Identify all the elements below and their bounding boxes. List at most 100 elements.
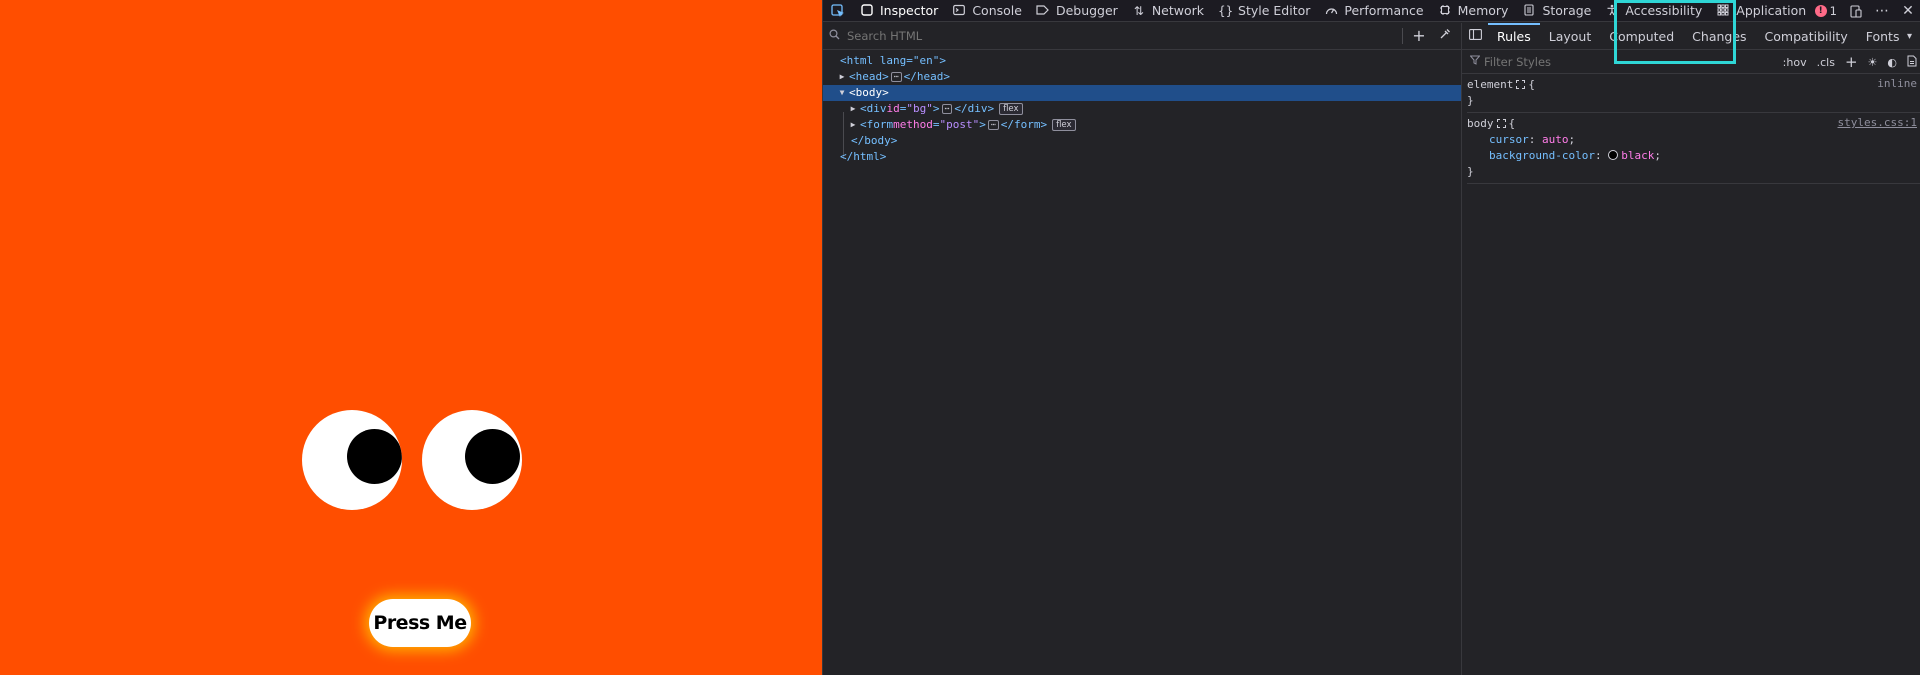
flex-badge[interactable]: flex (1052, 119, 1076, 131)
tab-fonts[interactable]: Fonts (1857, 23, 1909, 50)
error-count: 1 (1829, 4, 1837, 18)
element-picker-icon[interactable] (823, 0, 853, 22)
form-close-tag: </form> (1000, 118, 1048, 131)
head-tag: <head> (849, 70, 889, 83)
tree-node-body[interactable]: ▼ <body> (823, 85, 1461, 101)
inspector-icon (860, 3, 874, 18)
declaration-background-color[interactable]: background-color: black; (1467, 148, 1920, 164)
highlight-elements-icon[interactable] (1496, 119, 1506, 128)
filter-styles-bar: :hov .cls + ☀ ◐ (1462, 50, 1920, 74)
right-eye (422, 410, 522, 510)
toolbar-right: ! 1 ⋯ ✕ (1809, 0, 1920, 22)
search-html-input[interactable] (847, 29, 1267, 43)
more-tabs-chevron-icon[interactable]: ▾ (1907, 23, 1920, 50)
tree-node-body-close: </body> (823, 133, 1461, 149)
property-name[interactable]: background-color (1489, 149, 1595, 162)
more-options-icon[interactable]: ⋯ (1869, 0, 1895, 22)
highlight-elements-icon[interactable] (1516, 80, 1526, 89)
add-rule-icon[interactable]: + (1845, 53, 1858, 71)
filter-styles-input[interactable] (1484, 54, 1684, 69)
div-close-tag: </div> (954, 102, 995, 115)
collapsed-ellipsis[interactable]: ⋯ (941, 104, 953, 114)
devtools-toolbar: Inspector Console Debugger ⇅ Network {} St… (823, 0, 1920, 22)
tree-node-div[interactable]: ▶ <div id = "bg" > ⋯ </div> flex (823, 101, 1461, 117)
close-icon[interactable]: ✕ (1895, 0, 1920, 22)
hover-pseudo-toggle[interactable]: :hov (1783, 56, 1807, 69)
light-scheme-icon[interactable]: ☀ (1868, 56, 1878, 69)
tab-compatibility[interactable]: Compatibility (1756, 23, 1857, 50)
declaration-cursor[interactable]: cursor: auto; (1467, 132, 1920, 148)
toggle-sidebar-icon[interactable] (1462, 29, 1488, 43)
form-tag: <form (860, 118, 894, 131)
tree-node-html-close: </html> (823, 149, 1461, 165)
div-tag: <div (860, 102, 887, 115)
tab-network[interactable]: ⇅ Network (1125, 0, 1211, 22)
html-search-bar: + (823, 23, 1461, 50)
filter-icon (1469, 55, 1484, 68)
right-pupil (465, 429, 520, 484)
rule-element: element{ } inline (1467, 74, 1920, 113)
tree-node-html[interactable]: <html lang="en"> (823, 53, 1461, 69)
tab-application[interactable]: Application (1709, 0, 1813, 22)
tree-node-head[interactable]: ▶ <head> ⋯ </head> (823, 69, 1461, 85)
tab-label: Console (972, 3, 1022, 18)
left-pupil (347, 429, 402, 484)
tab-memory[interactable]: Memory (1431, 0, 1516, 22)
flex-badge[interactable]: flex (999, 103, 1023, 115)
tab-accessibility[interactable]: Accessibility (1598, 0, 1709, 22)
tab-console[interactable]: Console (945, 0, 1029, 22)
tab-performance[interactable]: Performance (1317, 0, 1430, 22)
tab-label: Memory (1457, 3, 1509, 18)
expand-arrow-icon[interactable]: ▶ (837, 69, 847, 85)
rules-list: element{ } inline body{ cursor: auto; ba… (1462, 74, 1920, 184)
tab-style-editor[interactable]: {} Style Editor (1211, 0, 1317, 22)
error-icon: ! (1814, 5, 1827, 17)
dom-tree: <html lang="en"> ▶ <head> ⋯ </head> ▼ <b… (823, 50, 1461, 165)
tab-label: Network (1151, 3, 1205, 18)
rule-selector[interactable]: element (1467, 78, 1513, 91)
property-value[interactable]: auto (1542, 133, 1569, 146)
tab-label: Performance (1344, 3, 1424, 18)
dark-scheme-icon[interactable]: ◐ (1887, 56, 1897, 69)
press-me-button[interactable]: Press Me (369, 599, 471, 647)
html-tag: <html lang="en"> (840, 54, 946, 67)
color-swatch[interactable] (1608, 150, 1619, 160)
tab-inspector[interactable]: Inspector (853, 0, 945, 22)
property-name[interactable]: cursor (1489, 133, 1529, 146)
storage-icon (1522, 3, 1536, 18)
divider (1402, 28, 1403, 44)
filter-tools: :hov .cls + ☀ ◐ (1773, 50, 1917, 74)
attr-name: id (886, 102, 900, 115)
eyedropper-icon[interactable] (1435, 26, 1455, 46)
accessibility-icon (1605, 4, 1619, 18)
collapsed-ellipsis[interactable]: ⋯ (987, 120, 999, 130)
tab-changes[interactable]: Changes (1683, 23, 1755, 50)
error-count-badge[interactable]: ! 1 (1809, 0, 1843, 22)
class-toggle[interactable]: .cls (1817, 56, 1835, 69)
tab-label: Style Editor (1238, 3, 1311, 18)
print-media-icon[interactable] (1907, 55, 1917, 70)
attr-name: method (893, 118, 933, 131)
tab-debugger[interactable]: Debugger (1029, 0, 1125, 22)
memory-icon (1438, 4, 1452, 18)
tab-rules[interactable]: Rules (1488, 22, 1540, 50)
body-close-tag: </body> (851, 134, 898, 147)
responsive-design-icon[interactable] (1843, 0, 1869, 22)
collapse-arrow-icon[interactable]: ▼ (837, 85, 847, 101)
search-icon (829, 29, 847, 43)
debugger-icon (1036, 4, 1050, 18)
tab-storage[interactable]: Storage (1515, 0, 1598, 22)
expand-arrow-icon[interactable]: ▶ (848, 117, 858, 133)
tab-layout[interactable]: Layout (1540, 23, 1601, 50)
expand-arrow-icon[interactable]: ▶ (848, 101, 858, 117)
rule-source-link[interactable]: styles.css:1 (1838, 116, 1917, 129)
rule-selector[interactable]: body (1467, 117, 1494, 130)
tab-label: Debugger (1055, 3, 1118, 18)
collapsed-ellipsis[interactable]: ⋯ (890, 72, 902, 82)
tab-label: Storage (1542, 3, 1592, 18)
property-value[interactable]: black (1621, 149, 1654, 162)
add-node-icon[interactable]: + (1409, 26, 1429, 46)
tree-node-form[interactable]: ▶ <form method = "post" > ⋯ </form> flex (823, 117, 1461, 133)
left-eye (302, 410, 402, 510)
tab-computed[interactable]: Computed (1600, 23, 1683, 50)
